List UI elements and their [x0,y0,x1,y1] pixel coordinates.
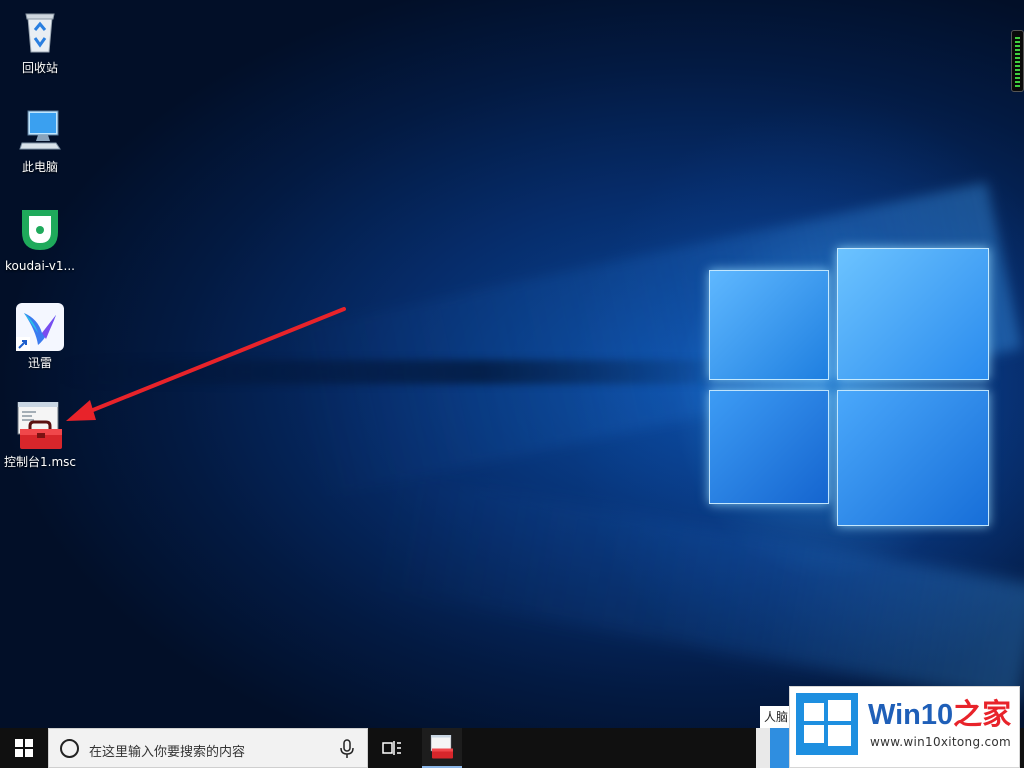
search-placeholder: 在这里输入你要搜索的内容 [89,745,246,760]
task-view-icon [382,741,401,755]
side-level-meter[interactable] [1011,30,1024,92]
task-view-button[interactable] [372,728,412,768]
watermark-url: www.win10xitong.com [870,735,1012,749]
watermark-brand-accent: 之家 [953,699,1012,731]
taskbar-app-console[interactable] [422,728,462,768]
meter-fill [1015,37,1020,87]
mmc-console-icon [430,735,453,759]
people-icon[interactable] [770,728,790,768]
start-button[interactable] [0,728,48,768]
watermark-brand-main: Win10 [868,699,954,731]
windows-brand-logo-icon [796,693,858,755]
microphone-icon[interactable] [339,739,355,759]
windows-logo-icon [15,739,33,757]
watermark-logo: Win10之家 www.win10xitong.com [789,686,1020,768]
cortana-icon [60,739,79,758]
search-box[interactable]: 在这里输入你要搜索的内容 [48,728,368,768]
desktop-wallpaper: 回收站 此电脑 koudai-v1... 迅雷 控制台1.msc [0,0,1024,728]
watermark-brand: Win10之家 [868,699,1011,731]
annotation-arrow [66,307,346,421]
